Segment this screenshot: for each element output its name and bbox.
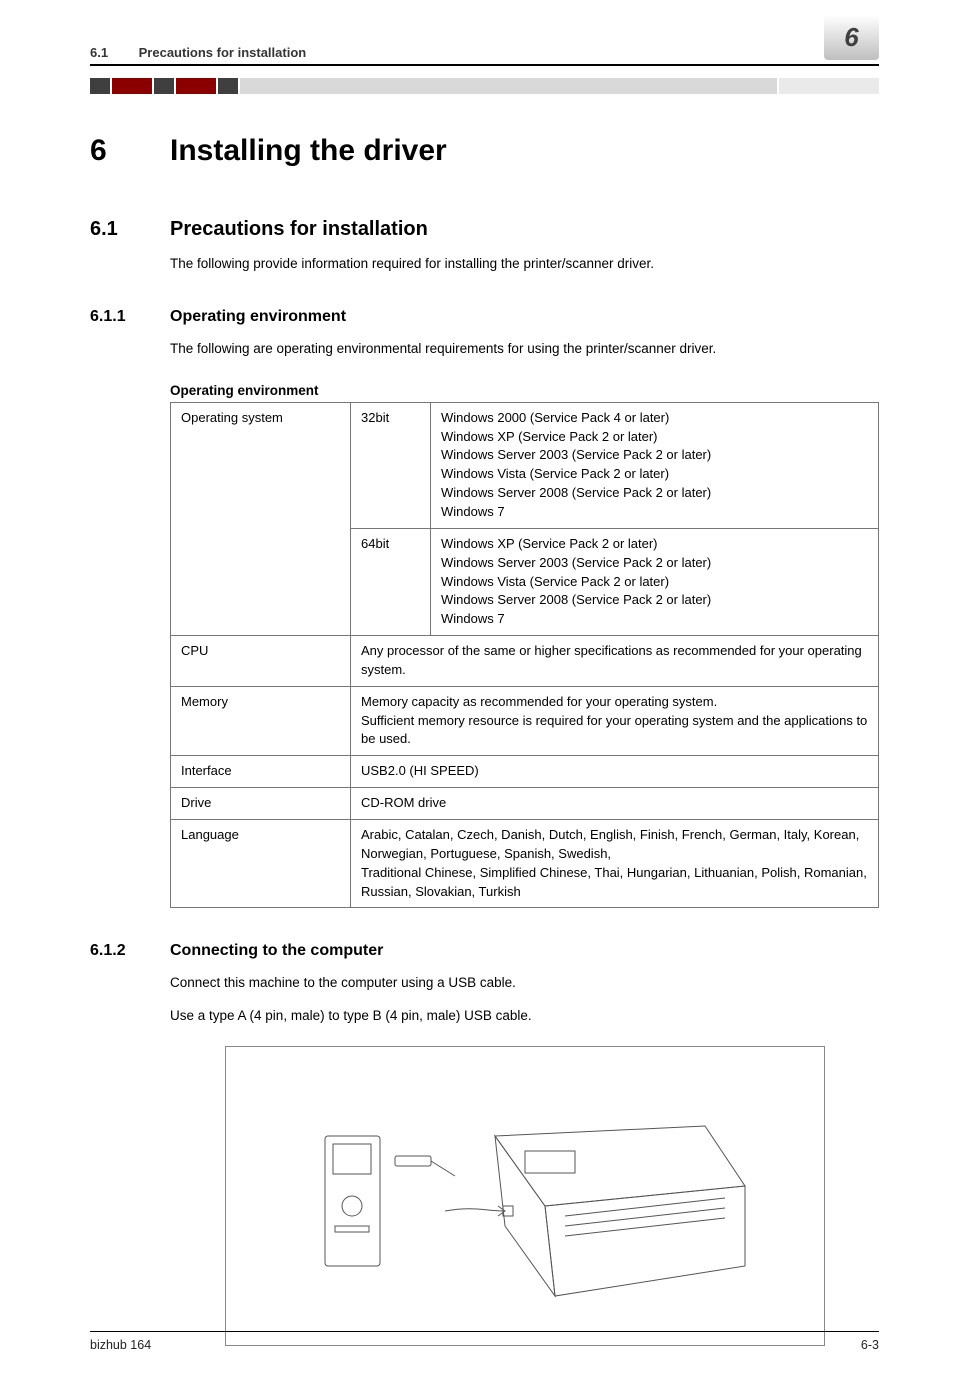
footer-right: 6-3 <box>861 1338 879 1352</box>
table-row: Interface USB2.0 (HI SPEED) <box>171 756 879 788</box>
section-intro: The following provide information requir… <box>170 255 879 274</box>
language-value: Arabic, Catalan, Czech, Danish, Dutch, E… <box>351 819 879 907</box>
drive-label: Drive <box>171 788 351 820</box>
subsection-612-number: 6.1.2 <box>90 942 170 960</box>
os-64-label: 64bit <box>351 528 431 635</box>
subsection-611-title: Operating environment <box>170 308 346 325</box>
subsection-612-p1: Connect this machine to the computer usi… <box>170 974 879 993</box>
interface-value: USB2.0 (HI SPEED) <box>351 756 879 788</box>
decorative-banner <box>90 78 879 94</box>
subsection-612-title: Connecting to the computer <box>170 942 383 959</box>
table-row: Memory Memory capacity as recommended fo… <box>171 686 879 756</box>
footer-left: bizhub 164 <box>90 1338 151 1352</box>
header-rule <box>90 64 879 66</box>
os-32-label: 32bit <box>351 402 431 528</box>
chapter-number-badge: 6 <box>824 15 879 60</box>
subsection-611-intro: The following are operating environmenta… <box>170 340 879 359</box>
env-table-title: Operating environment <box>170 383 879 398</box>
operating-environment-table: Operating system 32bit Windows 2000 (Ser… <box>170 402 879 909</box>
memory-label: Memory <box>171 686 351 756</box>
interface-label: Interface <box>171 756 351 788</box>
running-header: 6.1 Precautions for installation <box>90 45 306 60</box>
section-heading-title: Precautions for installation <box>170 218 428 240</box>
chapter-heading: 6Installing the driver <box>90 134 879 168</box>
section-heading-number: 6.1 <box>90 218 170 241</box>
table-row: Language Arabic, Catalan, Czech, Danish,… <box>171 819 879 907</box>
memory-value: Memory capacity as recommended for your … <box>351 686 879 756</box>
chapter-heading-number: 6 <box>90 134 170 168</box>
drive-value: CD-ROM drive <box>351 788 879 820</box>
subsection-611-number: 6.1.1 <box>90 308 170 326</box>
subsection-612-p2: Use a type A (4 pin, male) to type B (4 … <box>170 1007 879 1026</box>
usb-connection-printer-diagram <box>225 1046 825 1346</box>
table-row: CPU Any processor of the same or higher … <box>171 636 879 687</box>
os-label: Operating system <box>171 402 351 635</box>
cpu-label: CPU <box>171 636 351 687</box>
chapter-heading-title: Installing the driver <box>170 134 447 167</box>
language-label: Language <box>171 819 351 907</box>
table-row: Drive CD-ROM drive <box>171 788 879 820</box>
subsection-612-heading: 6.1.2Connecting to the computer <box>90 942 879 960</box>
os-32-value: Windows 2000 (Service Pack 4 or later) W… <box>431 402 879 528</box>
running-header-number: 6.1 <box>90 45 135 60</box>
section-heading: 6.1Precautions for installation <box>90 218 879 241</box>
cpu-value: Any processor of the same or higher spec… <box>351 636 879 687</box>
table-row: Operating system 32bit Windows 2000 (Ser… <box>171 402 879 528</box>
subsection-611-heading: 6.1.1Operating environment <box>90 308 879 326</box>
os-64-value: Windows XP (Service Pack 2 or later) Win… <box>431 528 879 635</box>
running-header-title: Precautions for installation <box>139 45 307 60</box>
